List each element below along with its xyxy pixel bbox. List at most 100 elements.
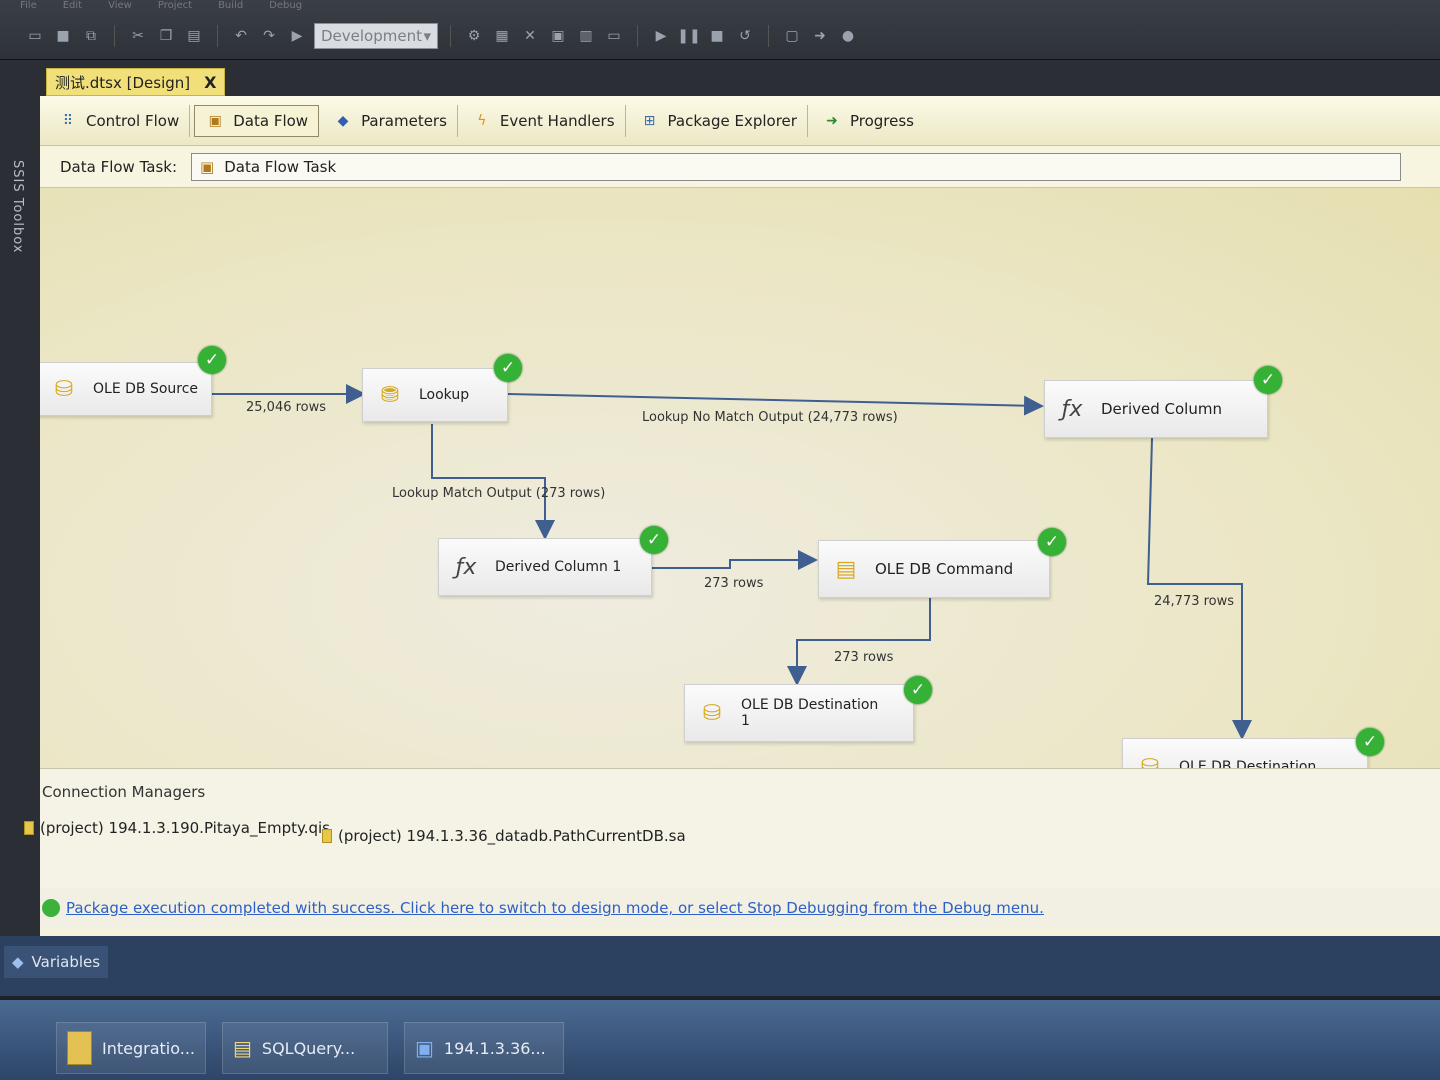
connection-manager-item[interactable]: (project) 194.1.3.36_datadb.PathCurrentD… <box>322 827 686 845</box>
success-icon <box>42 899 60 917</box>
lookup-component[interactable]: ⛃ Lookup <box>362 368 508 422</box>
copy-icon[interactable]: ❐ <box>155 25 177 47</box>
path-label-dc1-to-command: 273 rows <box>704 576 764 591</box>
derived-column-1-component[interactable]: ƒx Derived Column 1 <box>438 538 652 596</box>
component-label: Derived Column 1 <box>495 559 622 575</box>
undo-icon[interactable]: ↶ <box>230 25 252 47</box>
package-designer: ⠿ Control Flow ▣ Data Flow ◆ Parameters … <box>24 96 1440 960</box>
save-all-icon[interactable]: ⧉ <box>80 25 102 47</box>
designer-tabs: ⠿ Control Flow ▣ Data Flow ◆ Parameters … <box>40 96 1440 146</box>
data-flow-task-select[interactable]: ▣ Data Flow Task <box>191 152 1402 181</box>
toolbar-separator <box>637 25 638 47</box>
toolbar-separator <box>217 25 218 47</box>
tab-control-flow[interactable]: ⠿ Control Flow <box>48 104 191 137</box>
connection-manager-label: (project) 194.1.3.36_datadb.PathCurrentD… <box>338 827 686 845</box>
tab-event-handlers[interactable]: ϟ Event Handlers <box>462 104 626 137</box>
tab-label: Progress <box>849 111 914 130</box>
top-toolbar: File Edit View Project Build Debug ▭ ■ ⧉… <box>0 0 1440 60</box>
toolbox-icon[interactable]: ⚙ <box>463 25 485 47</box>
path-dc1-to-command <box>652 550 818 570</box>
ole-db-destination-1-component[interactable]: ⛁ OLE DB Destination 1 <box>684 684 914 742</box>
continue-icon[interactable]: ▶ <box>650 25 672 47</box>
success-check-icon: ✓ <box>640 526 668 554</box>
success-check-icon: ✓ <box>494 354 522 382</box>
stop-icon[interactable]: ■ <box>706 25 728 47</box>
ssis-toolbox-tab[interactable]: SSIS Toolbox <box>10 160 25 253</box>
connection-managers-panel: Connection Managers (project) 194.1.3.19… <box>24 768 1440 888</box>
data-flow-icon: ▣ <box>208 112 222 129</box>
menu-build[interactable]: Build <box>218 0 243 14</box>
success-check-icon: ✓ <box>1038 528 1066 556</box>
tab-data-flow[interactable]: ▣ Data Flow <box>194 104 320 137</box>
ole-db-destination-component[interactable]: ⛁ OLE DB Destination <box>1122 738 1368 768</box>
connection-managers-title: Connection Managers <box>42 783 206 801</box>
taskbar-item-remote[interactable]: ▣ 194.1.3.36... <box>404 1022 564 1074</box>
window-icon[interactable]: ▭ <box>603 25 625 47</box>
document-tab[interactable]: 测试.dtsx [Design] X <box>46 68 226 96</box>
data-flow-task-row: Data Flow Task: ▣ Data Flow Task <box>40 146 1440 188</box>
package-icon[interactable]: ▣ <box>547 25 569 47</box>
data-flow-icon: ▣ <box>200 157 215 176</box>
event-handlers-icon: ϟ <box>477 112 487 129</box>
derived-column-component[interactable]: ƒx Derived Column <box>1044 380 1268 438</box>
comment-icon[interactable]: ▢ <box>781 25 803 47</box>
menu-debug[interactable]: Debug <box>269 0 302 14</box>
menu-bar: File Edit View Project Build Debug <box>20 0 302 14</box>
windows-taskbar: Integratio... ▤ SQLQuery... ▣ 194.1.3.36… <box>0 1000 1440 1080</box>
standard-toolbar: ▭ ■ ⧉ ✂ ❐ ▤ ↶ ↷ ▶ Development ▾ ⚙ ▦ ✕ ▣ … <box>24 20 859 52</box>
redo-icon[interactable]: ↷ <box>258 25 280 47</box>
tab-parameters[interactable]: ◆ Parameters <box>323 104 458 137</box>
folder-icon <box>67 1031 92 1065</box>
ole-db-source-component[interactable]: ⛁ OLE DB Source <box>40 362 212 416</box>
paste-icon[interactable]: ▤ <box>183 25 205 47</box>
component-label: Lookup <box>419 387 470 403</box>
solution-configuration-select[interactable]: Development ▾ <box>314 23 438 49</box>
connection-icon <box>322 829 332 843</box>
pause-icon[interactable]: ❚❚ <box>677 25 700 47</box>
destination-icon: ⛁ <box>702 700 722 726</box>
function-icon: ƒx <box>455 554 477 580</box>
ole-db-command-component[interactable]: ▤ OLE DB Command <box>818 540 1050 598</box>
document-tab-row: 测试.dtsx [Design] X <box>40 60 1440 96</box>
component-label: OLE DB Command <box>875 560 1014 578</box>
connection-manager-label: (project) 194.1.3.190.Pitaya_Empty.qis <box>40 819 330 837</box>
destination-icon: ⛁ <box>1140 754 1160 769</box>
tab-package-explorer[interactable]: ⊞ Package Explorer <box>630 104 808 137</box>
path-label-source-to-lookup: 25,046 rows <box>246 400 327 415</box>
tab-label: Control Flow <box>86 111 180 130</box>
sql-query-icon: ▤ <box>233 1036 252 1060</box>
start-icon[interactable]: ▶ <box>286 25 308 47</box>
variables-icon[interactable]: ▦ <box>491 25 513 47</box>
lookup-icon: ⛃ <box>380 382 400 408</box>
step-icon[interactable]: ➜ <box>809 25 831 47</box>
close-icon[interactable]: X <box>204 73 216 92</box>
execution-status-link[interactable]: Package execution completed with success… <box>66 899 1044 917</box>
toolbar-separator <box>114 25 115 47</box>
restart-icon[interactable]: ↺ <box>734 25 756 47</box>
success-check-icon: ✓ <box>1254 366 1282 394</box>
toolbar-separator <box>450 25 451 47</box>
variables-tab[interactable]: ◆ Variables <box>4 946 109 978</box>
chart-icon[interactable]: ▥ <box>575 25 597 47</box>
menu-project[interactable]: Project <box>158 0 192 14</box>
menu-edit[interactable]: Edit <box>63 0 82 14</box>
taskbar-item-label: SQLQuery... <box>261 1038 356 1058</box>
taskbar-item-integration[interactable]: Integratio... <box>56 1022 206 1074</box>
save-icon[interactable]: ■ <box>52 25 74 47</box>
breakpoint-icon[interactable]: ● <box>837 25 859 47</box>
menu-view[interactable]: View <box>108 0 132 14</box>
tab-label: Data Flow <box>233 111 309 130</box>
connection-manager-item[interactable]: (project) 194.1.3.190.Pitaya_Empty.qis <box>24 819 330 837</box>
data-flow-canvas[interactable]: ⛁ OLE DB Source ✓ ⛃ Lookup ✓ ƒx Derived … <box>40 188 1440 768</box>
menu-file[interactable]: File <box>20 0 37 14</box>
component-label: Derived Column <box>1101 400 1222 418</box>
taskbar-item-sqlquery[interactable]: ▤ SQLQuery... <box>222 1022 388 1074</box>
cut-icon[interactable]: ✂ <box>127 25 149 47</box>
variables-bar: ◆ Variables <box>0 936 1440 996</box>
tab-progress[interactable]: ➜ Progress <box>812 105 924 137</box>
new-project-icon[interactable]: ▭ <box>24 25 46 47</box>
path-command-to-dest1 <box>787 598 931 686</box>
tools-icon[interactable]: ✕ <box>519 25 541 47</box>
success-check-icon: ✓ <box>1356 728 1384 756</box>
solution-configuration-value: Development <box>321 27 422 45</box>
